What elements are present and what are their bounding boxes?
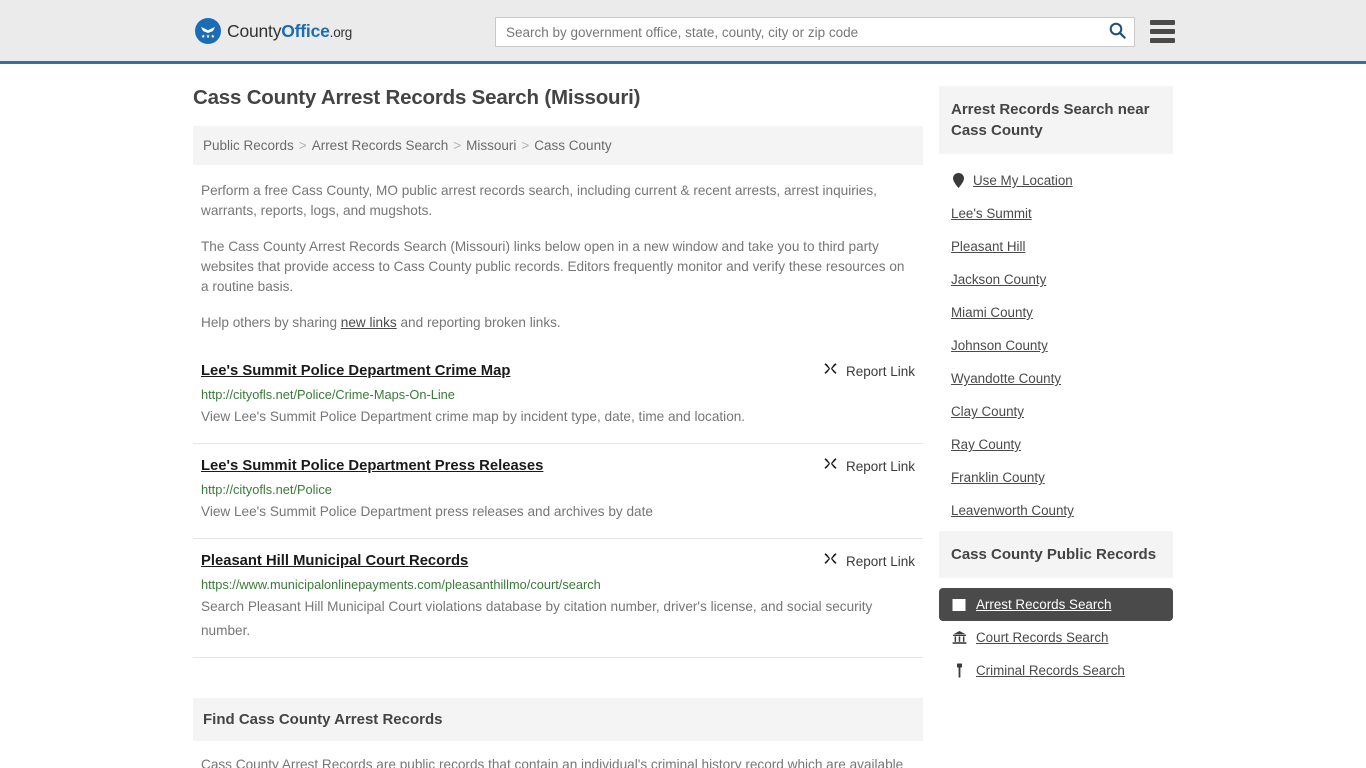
sidebar-item-franklin-county[interactable]: Franklin County bbox=[939, 461, 1173, 494]
broken-link-icon bbox=[823, 552, 838, 570]
intro-paragraph-1: Perform a free Cass County, MO public ar… bbox=[201, 183, 877, 218]
page-title: Cass County Arrest Records Search (Misso… bbox=[193, 86, 641, 109]
content-container: Cass County Arrest Records Search (Misso… bbox=[193, 86, 1173, 768]
sidebar-item-jackson-county[interactable]: Jackson County bbox=[939, 263, 1173, 296]
breadcrumb-separator: > bbox=[521, 138, 530, 153]
page-body: Cass County Arrest Records Search (Misso… bbox=[0, 64, 1366, 768]
site-logo-text: CountyOffice.org bbox=[227, 21, 352, 42]
sidebar-item-label[interactable]: Pleasant Hill bbox=[951, 239, 1025, 254]
sidebar-item-miami-county[interactable]: Miami County bbox=[939, 296, 1173, 329]
sidebar-item-label[interactable]: Criminal Records Search bbox=[976, 663, 1125, 678]
search-bar[interactable] bbox=[495, 17, 1135, 47]
breadcrumb-item-public-records[interactable]: Public Records bbox=[203, 138, 294, 153]
sidebar-item-label[interactable]: Leavenworth County bbox=[951, 503, 1074, 518]
result-description: View Lee's Summit Police Department pres… bbox=[201, 504, 653, 519]
sidebar-item-court-records-search[interactable]: Court Records Search bbox=[939, 621, 1173, 654]
site-header: CountyOffice.org bbox=[0, 0, 1366, 64]
find-records-body: Cass County Arrest Records are public re… bbox=[201, 757, 904, 768]
courthouse-icon bbox=[951, 630, 967, 645]
sidebar-public-records-heading: Cass County Public Records bbox=[939, 531, 1173, 578]
sidebar-item-label[interactable]: Miami County bbox=[951, 305, 1033, 320]
help-text-after: and reporting broken links. bbox=[396, 315, 561, 330]
report-link-label: Report Link bbox=[845, 553, 915, 569]
report-link-button[interactable]: Report Link bbox=[823, 456, 915, 475]
sidebar-item-leavenworth-county[interactable]: Leavenworth County bbox=[939, 494, 1173, 527]
sidebar-item-label[interactable]: Ray County bbox=[951, 437, 1021, 452]
report-link-label: Report Link bbox=[845, 363, 915, 379]
breadcrumb: Public Records > Arrest Records Search > Mis… bbox=[193, 126, 923, 165]
result-item: Lee's Summit Police Department Crime Map… bbox=[193, 349, 923, 444]
sidebar-item-label[interactable]: Wyandotte County bbox=[951, 371, 1061, 386]
sidebar-item-pleasant-hill[interactable]: Pleasant Hill bbox=[939, 230, 1173, 263]
report-link-label: Report Link bbox=[845, 458, 915, 474]
logo-text-office: Office bbox=[281, 20, 330, 41]
sidebar-item-label[interactable]: Johnson County bbox=[951, 338, 1048, 353]
hamburger-bar bbox=[1150, 20, 1175, 25]
sidebar-item-lees-summit[interactable]: Lee's Summit bbox=[939, 197, 1173, 230]
result-item: Pleasant Hill Municipal Court Records Re… bbox=[193, 539, 923, 658]
search-icon bbox=[1109, 22, 1126, 42]
result-title-link[interactable]: Pleasant Hill Municipal Court Records bbox=[201, 551, 468, 571]
broken-link-icon bbox=[823, 362, 838, 380]
breadcrumb-item-cass-county[interactable]: Cass County bbox=[534, 138, 611, 153]
gavel-icon bbox=[951, 663, 967, 678]
sidebar: Arrest Records Search near Cass County U… bbox=[939, 86, 1173, 768]
sidebar-nearby-heading: Arrest Records Search near Cass County bbox=[939, 86, 1173, 154]
sidebar-item-label[interactable]: Use My Location bbox=[973, 173, 1073, 188]
intro-text: Perform a free Cass County, MO public ar… bbox=[193, 181, 923, 333]
report-link-button[interactable]: Report Link bbox=[823, 361, 915, 380]
breadcrumb-item-arrest-records-search[interactable]: Arrest Records Search bbox=[312, 138, 449, 153]
hamburger-bar bbox=[1150, 29, 1175, 34]
sidebar-nearby-list: Use My Location Lee's Summit Pleasant Hi… bbox=[939, 154, 1173, 531]
find-records-heading: Find Cass County Arrest Records bbox=[193, 698, 923, 741]
help-paragraph: Help others by sharing new links and rep… bbox=[193, 313, 923, 333]
eagle-shield-logo-icon bbox=[195, 18, 221, 44]
hamburger-bar bbox=[1150, 38, 1175, 43]
sidebar-item-wyandotte-county[interactable]: Wyandotte County bbox=[939, 362, 1173, 395]
arrest-record-card-icon bbox=[951, 598, 967, 612]
result-title-link[interactable]: Lee's Summit Police Department Crime Map bbox=[201, 361, 510, 381]
sidebar-item-ray-county[interactable]: Ray County bbox=[939, 428, 1173, 461]
report-link-button[interactable]: Report Link bbox=[823, 551, 915, 570]
search-button[interactable] bbox=[1100, 18, 1134, 46]
result-header: Pleasant Hill Municipal Court Records Re… bbox=[201, 551, 915, 571]
broken-link-icon bbox=[823, 457, 838, 475]
result-url: https://www.municipalonlinepayments.com/… bbox=[201, 577, 601, 592]
find-records-section: Find Cass County Arrest Records Cass Cou… bbox=[193, 698, 923, 768]
breadcrumb-separator: > bbox=[453, 138, 462, 153]
map-pin-icon bbox=[951, 173, 965, 188]
hamburger-menu-icon[interactable] bbox=[1150, 20, 1175, 43]
sidebar-item-label[interactable]: Arrest Records Search bbox=[976, 597, 1111, 612]
site-logo[interactable]: CountyOffice.org bbox=[195, 18, 352, 44]
result-description: View Lee's Summit Police Department crim… bbox=[201, 409, 746, 424]
result-header: Lee's Summit Police Department Crime Map… bbox=[201, 361, 915, 381]
result-url: http://cityofls.net/Police bbox=[201, 482, 332, 497]
sidebar-item-label[interactable]: Clay County bbox=[951, 404, 1024, 419]
new-links-link[interactable]: new links bbox=[341, 315, 397, 330]
sidebar-item-label[interactable]: Lee's Summit bbox=[951, 206, 1032, 221]
sidebar-public-records-list: Arrest Records Search Court Records Sear… bbox=[939, 578, 1173, 687]
result-item: Lee's Summit Police Department Press Rel… bbox=[193, 444, 923, 539]
result-title-link[interactable]: Lee's Summit Police Department Press Rel… bbox=[201, 456, 543, 476]
sidebar-item-criminal-records-search[interactable]: Criminal Records Search bbox=[939, 654, 1173, 687]
sidebar-item-arrest-records-search[interactable]: Arrest Records Search bbox=[939, 588, 1173, 621]
intro-paragraph-2: The Cass County Arrest Records Search (M… bbox=[201, 239, 905, 294]
logo-text-county: County bbox=[227, 20, 282, 41]
sidebar-item-johnson-county[interactable]: Johnson County bbox=[939, 329, 1173, 362]
result-description: Search Pleasant Hill Municipal Court vio… bbox=[201, 599, 873, 638]
breadcrumb-item-missouri[interactable]: Missouri bbox=[466, 138, 516, 153]
sidebar-item-label[interactable]: Court Records Search bbox=[976, 630, 1108, 645]
result-url: http://cityofls.net/Police/Crime-Maps-On… bbox=[201, 387, 455, 402]
sidebar-item-clay-county[interactable]: Clay County bbox=[939, 395, 1173, 428]
logo-text-tld: .org bbox=[329, 24, 353, 40]
result-header: Lee's Summit Police Department Press Rel… bbox=[201, 456, 915, 476]
sidebar-item-label[interactable]: Jackson County bbox=[951, 272, 1046, 287]
help-text-before: Help others by sharing bbox=[201, 315, 341, 330]
sidebar-item-use-my-location[interactable]: Use My Location bbox=[939, 164, 1173, 197]
sidebar-item-label[interactable]: Franklin County bbox=[951, 470, 1045, 485]
breadcrumb-separator: > bbox=[298, 138, 307, 153]
search-input[interactable] bbox=[496, 18, 1100, 46]
main-column: Cass County Arrest Records Search (Misso… bbox=[193, 86, 923, 768]
